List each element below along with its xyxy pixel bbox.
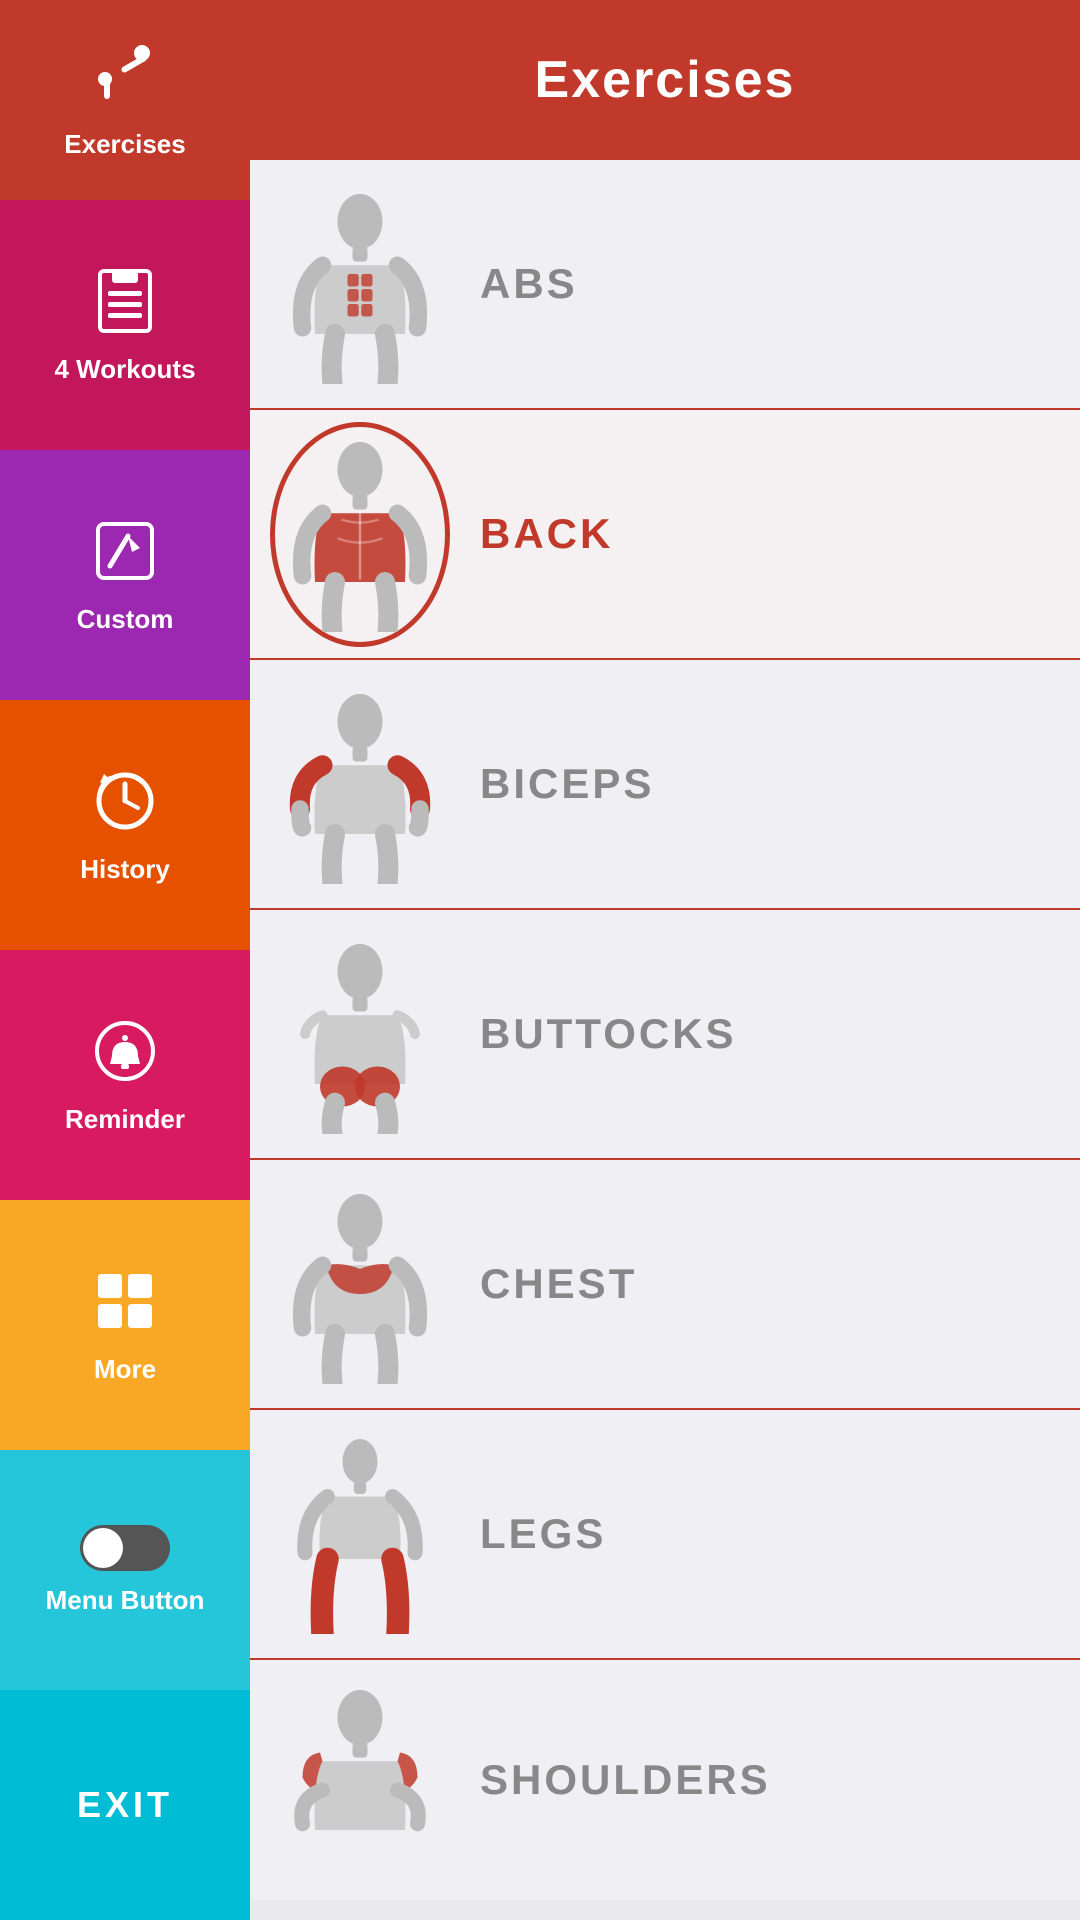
sidebar-item-exit[interactable]: EXIT xyxy=(0,1690,250,1920)
custom-label: Custom xyxy=(77,604,174,635)
main-content: Exercises xyxy=(250,0,1080,1920)
sidebar-item-history[interactable]: History xyxy=(0,700,250,950)
exercises-icon xyxy=(90,41,160,121)
sidebar-item-custom[interactable]: Custom xyxy=(0,450,250,700)
history-label: History xyxy=(80,854,170,885)
muscle-figure-buttocks xyxy=(270,924,450,1144)
exercise-name-shoulders: SHOULDERS xyxy=(480,1756,771,1804)
exercise-name-back: BACK xyxy=(480,510,613,558)
menubutton-label: Menu Button xyxy=(46,1585,205,1616)
exercises-label: Exercises xyxy=(64,129,185,160)
sidebar-item-exercises[interactable]: Exercises xyxy=(0,0,250,200)
exercise-item-back[interactable]: BACK xyxy=(250,410,1080,660)
exercise-item-chest[interactable]: CHEST xyxy=(250,1160,1080,1410)
muscle-figure-back xyxy=(270,424,450,644)
exercise-list[interactable]: ABS xyxy=(250,160,1080,1920)
exercise-name-legs: LEGS xyxy=(480,1510,606,1558)
exercise-item-shoulders[interactable]: SHOULDERS xyxy=(250,1660,1080,1900)
reminder-label: Reminder xyxy=(65,1104,185,1135)
exercise-item-biceps[interactable]: BICEPS xyxy=(250,660,1080,910)
custom-icon xyxy=(90,516,160,596)
workouts-icon xyxy=(90,266,160,346)
history-icon xyxy=(90,766,160,846)
reminder-icon xyxy=(90,1016,160,1096)
more-icon xyxy=(90,1266,160,1346)
more-label: More xyxy=(94,1354,156,1385)
sidebar-item-workouts[interactable]: 4 Workouts xyxy=(0,200,250,450)
muscle-figure-legs xyxy=(270,1424,450,1644)
sidebar-item-reminder[interactable]: Reminder xyxy=(0,950,250,1200)
sidebar-item-menubutton[interactable]: Menu Button xyxy=(0,1450,250,1690)
sidebar-item-more[interactable]: More xyxy=(0,1200,250,1450)
exercise-item-buttocks[interactable]: BUTTOCKS xyxy=(250,910,1080,1160)
menu-toggle[interactable] xyxy=(80,1525,170,1571)
exercise-name-chest: CHEST xyxy=(480,1260,637,1308)
page-header: Exercises xyxy=(250,0,1080,160)
toggle-knob xyxy=(83,1528,123,1568)
exercise-item-abs[interactable]: ABS xyxy=(250,160,1080,410)
exit-label: EXIT xyxy=(77,1784,173,1826)
exercise-name-abs: ABS xyxy=(480,260,578,308)
muscle-figure-chest xyxy=(270,1174,450,1394)
sidebar: Exercises 4 Workouts Custom xyxy=(0,0,250,1920)
exercise-item-legs[interactable]: LEGS xyxy=(250,1410,1080,1660)
muscle-figure-abs xyxy=(270,174,450,394)
page-title: Exercises xyxy=(535,50,796,110)
workouts-label: 4 Workouts xyxy=(54,354,195,385)
exercise-name-buttocks: BUTTOCKS xyxy=(480,1010,737,1058)
muscle-figure-biceps xyxy=(270,674,450,894)
muscle-figure-shoulders xyxy=(270,1670,450,1890)
exercise-name-biceps: BICEPS xyxy=(480,760,654,808)
